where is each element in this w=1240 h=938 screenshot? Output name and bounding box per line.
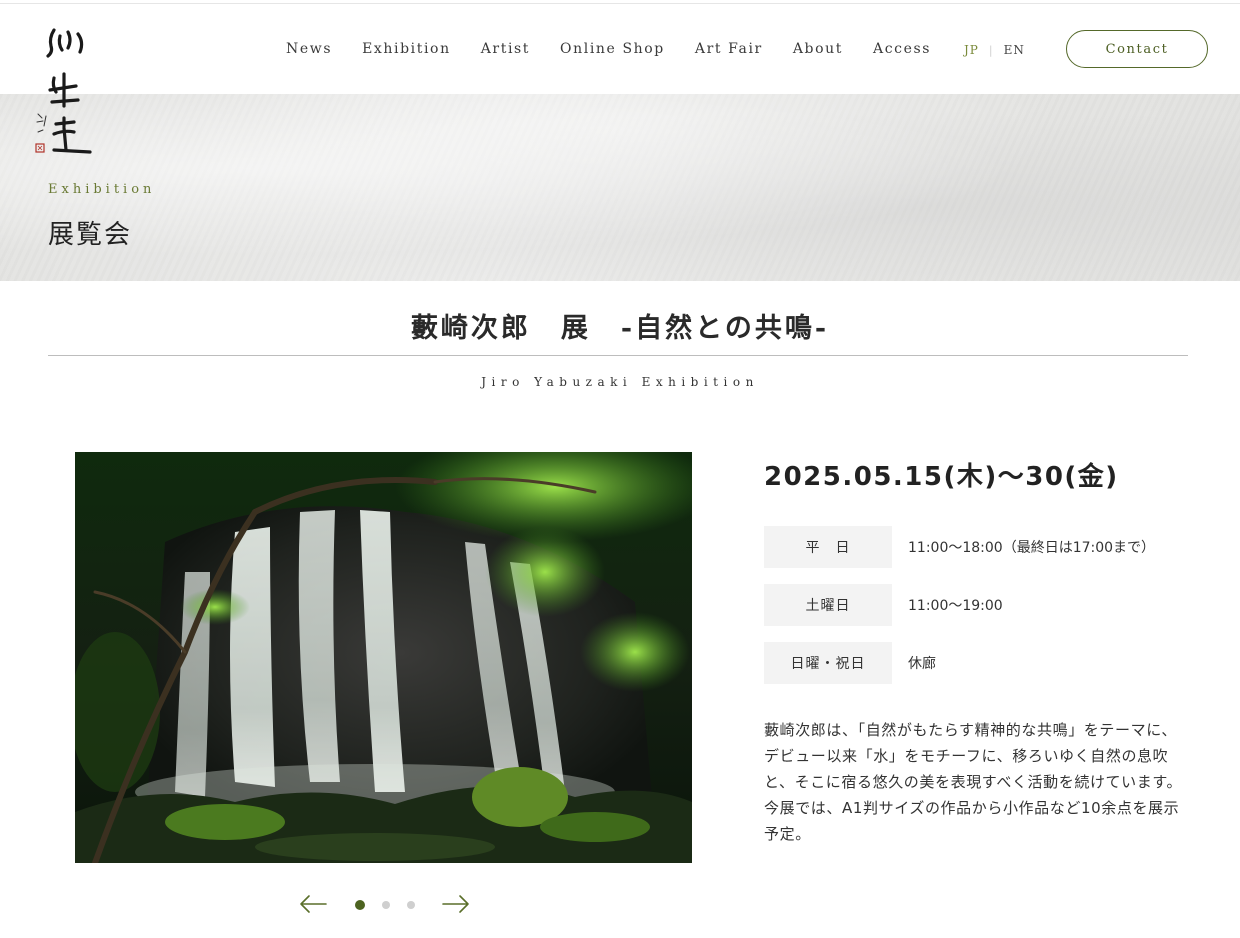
arrow-right-icon [442,895,469,913]
lang-jp[interactable]: JP [964,43,979,57]
main-nav: News Exhibition Artist Online Shop Art F… [286,41,961,57]
title-divider [48,355,1188,356]
slider-dot-3[interactable] [407,901,415,909]
nav-access[interactable]: Access [873,41,931,57]
hours-row-weekday: 平 日 11:00〜18:00（最終日は17:00まで） [764,526,1194,568]
nav-artist[interactable]: Artist [481,41,530,57]
hours-row-saturday: 土曜日 11:00〜19:00 [764,584,1194,626]
top-border [0,3,1240,4]
hours-value: 11:00〜19:00 [908,598,1003,614]
description-paragraph: 今展では、A1判サイズの作品から小作品など10余点を展示予定。 [764,799,1180,843]
hours-value: 休廊 [908,656,936,672]
waterfall-image [75,452,692,863]
waterfall-photo[interactable] [75,452,692,863]
contact-button[interactable]: Contact [1066,30,1208,68]
hours-label: 土曜日 [764,584,892,626]
opening-hours-table: 平 日 11:00〜18:00（最終日は17:00まで） 土曜日 11:00〜1… [764,526,1194,700]
exhibition-subtitle: Jiro Yabuzaki Exhibition [481,375,759,389]
nav-about[interactable]: About [793,41,843,57]
language-switcher: JP | EN [964,43,1025,57]
description-paragraph: 藪崎次郎は、「自然がもたらす精神的な共鳴」をテーマに、デビュー以来「水」をモチー… [764,721,1183,791]
lang-separator: | [988,43,994,57]
slider-dot-1[interactable] [355,900,365,910]
lang-en[interactable]: EN [1004,43,1025,57]
hours-label: 平 日 [764,526,892,568]
calligraphy-logo-icon [35,28,92,154]
hero-banner [0,94,1240,281]
hours-row-sunday-holiday: 日曜・祝日 休廊 [764,642,1194,684]
hours-value: 11:00〜18:00（最終日は17:00まで） [908,540,1156,556]
nav-news[interactable]: News [286,41,332,57]
slider-dot-2[interactable] [382,901,390,909]
exhibition-title: 藪崎次郎 展 -自然との共鳴- [410,313,830,344]
hero-label-jp: 展覧会 [48,220,133,250]
exhibition-dates: 2025.05.15(木)～30(金) [764,462,1119,492]
hours-label: 日曜・祝日 [764,642,892,684]
nav-online-shop[interactable]: Online Shop [560,41,665,57]
exhibition-description: 藪崎次郎は、「自然がもたらす精神的な共鳴」をテーマに、デビュー以来「水」をモチー… [764,717,1188,847]
slider-next-button[interactable] [441,893,471,915]
arrow-left-icon [300,895,327,913]
hero-label-en: Exhibition [48,182,156,197]
site-logo[interactable] [34,22,94,160]
nav-exhibition[interactable]: Exhibition [362,41,451,57]
nav-art-fair[interactable]: Art Fair [695,41,763,57]
slider-prev-button[interactable] [298,893,328,915]
